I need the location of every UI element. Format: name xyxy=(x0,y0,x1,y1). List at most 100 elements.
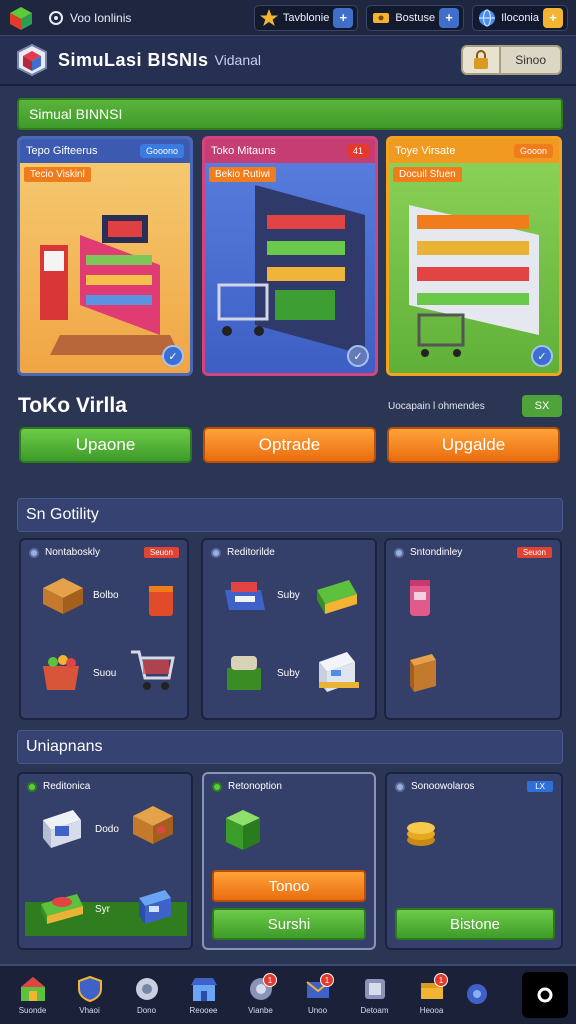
gold-coins-icon xyxy=(407,822,435,846)
green-cube-icon xyxy=(226,810,260,850)
game-logo-icon xyxy=(17,43,47,77)
globe-icon xyxy=(479,8,496,27)
info-icon[interactable]: ✓ xyxy=(162,345,184,367)
shopping-cart-icon xyxy=(131,650,175,690)
nav-item-help[interactable] xyxy=(460,967,494,1023)
star-icon xyxy=(259,8,278,26)
page-subtitle: Vidanal xyxy=(214,52,261,68)
upgrade-panel: Reditonica Dodo Syr xyxy=(17,772,193,950)
panel-title: Sntondinley xyxy=(410,547,463,558)
page-title: SimuLasi BISNIs xyxy=(58,49,209,70)
store-interior-illustration xyxy=(217,185,365,355)
add-resource-button[interactable]: + xyxy=(333,7,354,28)
resource-label: Bostuse xyxy=(395,11,436,24)
help-icon xyxy=(467,983,487,1004)
card-title: Toko Mitauns xyxy=(211,145,276,157)
nav-item-mail[interactable]: Unoo 1 xyxy=(289,967,346,1023)
nav-item-settings[interactable]: Dono xyxy=(118,967,175,1023)
multiplier-badge[interactable]: SX xyxy=(522,395,562,417)
panel-title: Reditorilde xyxy=(227,547,275,558)
upgrade-button[interactable]: Optrade xyxy=(203,427,376,463)
monitor-box-icon xyxy=(43,810,81,848)
box-icon xyxy=(43,578,83,614)
info-icon[interactable]: ✓ xyxy=(347,345,369,367)
action-button[interactable]: Tonoo xyxy=(212,870,366,902)
menu-button[interactable] xyxy=(522,972,568,1018)
item-label: Suby xyxy=(277,590,300,601)
add-resource-button[interactable]: + xyxy=(439,7,460,28)
status-dot-icon xyxy=(27,781,37,792)
upgrade-button[interactable]: Upaone xyxy=(19,427,192,463)
food-tray-icon xyxy=(41,894,83,924)
card-tag: Gooon xyxy=(513,144,553,158)
resource-tickets[interactable]: Bostuse + xyxy=(366,4,465,31)
upgrade-button[interactable]: Upgalde xyxy=(387,427,560,463)
card-subtitle: Docuil Sfuen xyxy=(393,167,462,182)
resource-label: Tavblonie xyxy=(282,11,330,24)
nav-item-trophy[interactable]: Detoam xyxy=(346,967,403,1023)
nav-item-shield[interactable]: Vhaoi xyxy=(61,967,118,1023)
item-label: Dodo xyxy=(95,824,119,835)
nav-label: Detoam xyxy=(360,1006,389,1015)
nav-item-map[interactable]: Vianbe 1 xyxy=(232,967,289,1023)
bottom-nav: Suonde Vhaoi Dono Reooee Vianbe 1 Unoo 1… xyxy=(0,964,576,1024)
notification-badge: 1 xyxy=(263,973,277,987)
lock-button[interactable] xyxy=(461,45,502,75)
nav-item-store[interactable]: Reooee xyxy=(175,967,232,1023)
panel-title: Sonoowolaros xyxy=(411,781,475,792)
section-header: Uniapnans xyxy=(17,730,563,764)
action-button[interactable]: Bistone xyxy=(395,908,555,940)
panel-tag: LX xyxy=(527,781,553,792)
produce-crate-icon xyxy=(43,655,79,690)
card-tag: Gooono xyxy=(139,144,184,158)
supplies-icon xyxy=(225,582,265,610)
ticket-icon xyxy=(373,12,390,23)
nav-label: Unoo xyxy=(307,1006,328,1015)
card-tag: 41 xyxy=(346,144,369,158)
resource-stars[interactable]: Tavblonie + xyxy=(253,4,359,31)
top-status-bar: Voo Ionlinis Tavblonie + Bostuse + Iloco… xyxy=(0,0,576,36)
status-dot-icon xyxy=(212,781,222,792)
gear-icon xyxy=(135,978,158,1000)
shield-icon xyxy=(77,975,102,1003)
card-subtitle: Bekio Rutiwi xyxy=(209,167,277,182)
cash-register-icon xyxy=(139,890,171,924)
shop-title: ToKo Virlla xyxy=(18,394,127,417)
item-label: Bolbo xyxy=(93,590,119,601)
drink-can-icon xyxy=(410,580,430,616)
basket-icon xyxy=(149,586,173,616)
inventory-panel: Sntondinley Seuon xyxy=(384,538,562,720)
shop-note: Uocapain l ohmendes xyxy=(388,401,485,412)
resource-globe[interactable]: Iloconia + xyxy=(472,4,568,31)
nav-label: Suonde xyxy=(18,1006,47,1015)
shop-card[interactable]: Toye Virsate Gooon Docuil Sfuen ✓ xyxy=(386,136,562,376)
status-dot-icon xyxy=(395,781,405,792)
panel-tag: Seuon xyxy=(516,547,552,558)
notification-badge: 1 xyxy=(434,973,448,987)
circle-icon xyxy=(537,987,553,1003)
nav-label: Reooee xyxy=(189,1006,218,1015)
status-dot-icon xyxy=(394,547,404,558)
settings-button[interactable]: Sinoo xyxy=(501,45,562,75)
info-icon[interactable]: ✓ xyxy=(531,345,553,367)
card-title: Tepo Gifteerus xyxy=(26,145,98,157)
resource-label: Iloconia xyxy=(501,11,539,24)
add-resource-button[interactable]: + xyxy=(543,7,563,28)
panel-title: Retonoption xyxy=(228,781,282,792)
lock-icon xyxy=(474,50,489,69)
nav-item-box[interactable]: Heooa 1 xyxy=(403,967,460,1023)
action-button[interactable]: Surshi xyxy=(212,908,366,940)
item-label: Suby xyxy=(277,668,300,679)
status-dot-icon xyxy=(29,547,39,558)
panel-title: Reditonica xyxy=(43,781,91,792)
store-icon xyxy=(190,978,217,1001)
shop-card[interactable]: Tepo Gifteerus Gooono Tecio Viskinl ✓ xyxy=(17,136,193,376)
link-icon xyxy=(49,10,63,25)
shop-card[interactable]: Toko Mitauns 41 Bekio Rutiwi ✓ xyxy=(202,136,378,376)
account-label: Voo Ionlinis xyxy=(70,10,132,25)
card-title: Toye Virsate xyxy=(395,145,456,157)
nav-item-home[interactable]: Suonde xyxy=(4,967,61,1023)
status-dot-icon xyxy=(211,547,221,558)
panel-tag: Seuon xyxy=(143,547,179,558)
upgrade-panel: Sonoowolaros LX Bistone xyxy=(385,772,563,950)
